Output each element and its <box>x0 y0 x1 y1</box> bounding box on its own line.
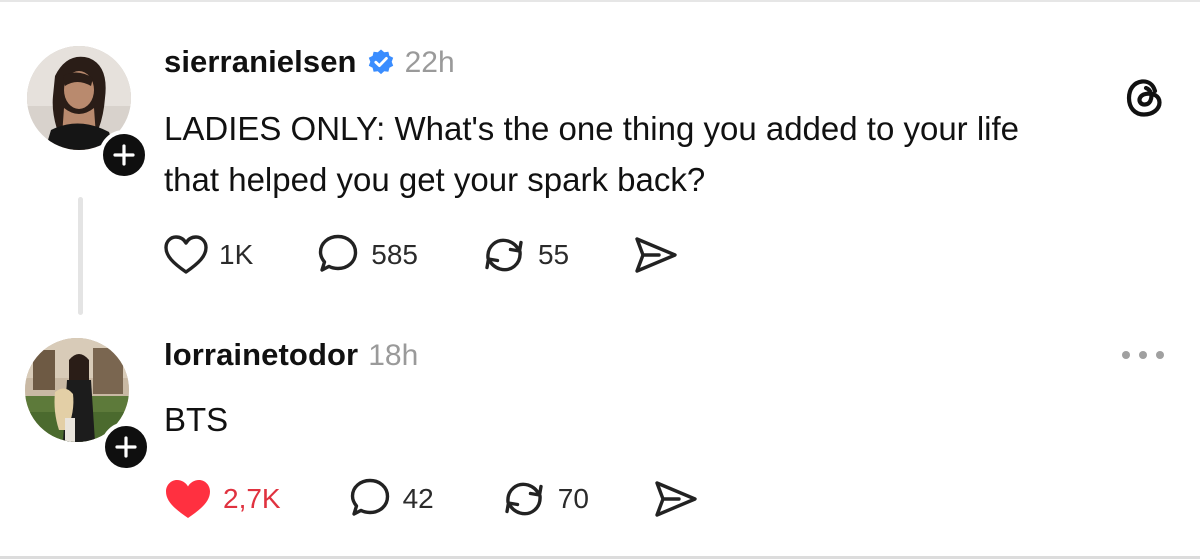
post-header: sierranielsen 22h <box>164 44 455 80</box>
repost-count: 55 <box>537 239 570 270</box>
comment-icon <box>319 234 358 272</box>
repost-count: 70 <box>557 483 589 514</box>
thread-connector-line <box>78 197 83 315</box>
share-button[interactable] <box>653 479 699 519</box>
reply-button[interactable]: 585 <box>315 233 418 277</box>
comment-icon <box>350 478 389 516</box>
post-time: 22h <box>404 46 455 79</box>
reply-time: 18h <box>368 339 419 372</box>
follow-button[interactable] <box>99 130 149 180</box>
top-divider <box>0 0 1200 2</box>
verified-badge-icon <box>367 48 395 76</box>
reply-text: BTS <box>164 394 228 445</box>
reply-count: 585 <box>371 239 418 270</box>
like-count: 1K <box>219 239 254 270</box>
reply-header: lorrainetodor 18h <box>164 337 418 373</box>
username[interactable]: lorrainetodor <box>164 337 358 373</box>
reply-count: 42 <box>402 483 434 514</box>
username[interactable]: sierranielsen <box>164 44 357 80</box>
like-button[interactable]: 1K <box>163 234 253 276</box>
repost-button[interactable]: 55 <box>480 232 569 278</box>
repost-button[interactable]: 70 <box>500 476 589 522</box>
reply-button[interactable]: 42 <box>347 477 434 521</box>
like-count: 2,7K <box>223 483 281 514</box>
reply-text-line: BTS <box>164 401 229 438</box>
post-text-line: that helped you get your spark back? <box>164 161 706 198</box>
repost-icon <box>505 482 543 516</box>
threads-logo-icon <box>1126 79 1162 117</box>
heart-icon <box>164 235 208 274</box>
send-icon <box>655 481 697 517</box>
like-button[interactable]: 2,7K <box>163 477 281 521</box>
follow-button[interactable] <box>101 422 151 472</box>
more-options-icon[interactable] <box>1118 340 1168 370</box>
post-text: LADIES ONLY: What's the one thing you ad… <box>164 103 1019 205</box>
share-button[interactable] <box>633 235 679 275</box>
plus-icon <box>115 436 137 458</box>
repost-icon <box>485 238 523 272</box>
post-actions: 1K 585 55 <box>163 232 679 278</box>
plus-icon <box>113 144 135 166</box>
heart-filled-icon <box>166 480 210 518</box>
reply-actions: 2,7K 42 70 <box>163 476 699 522</box>
post-text-line: LADIES ONLY: What's the one thing you ad… <box>164 110 1020 147</box>
send-icon <box>635 237 677 273</box>
